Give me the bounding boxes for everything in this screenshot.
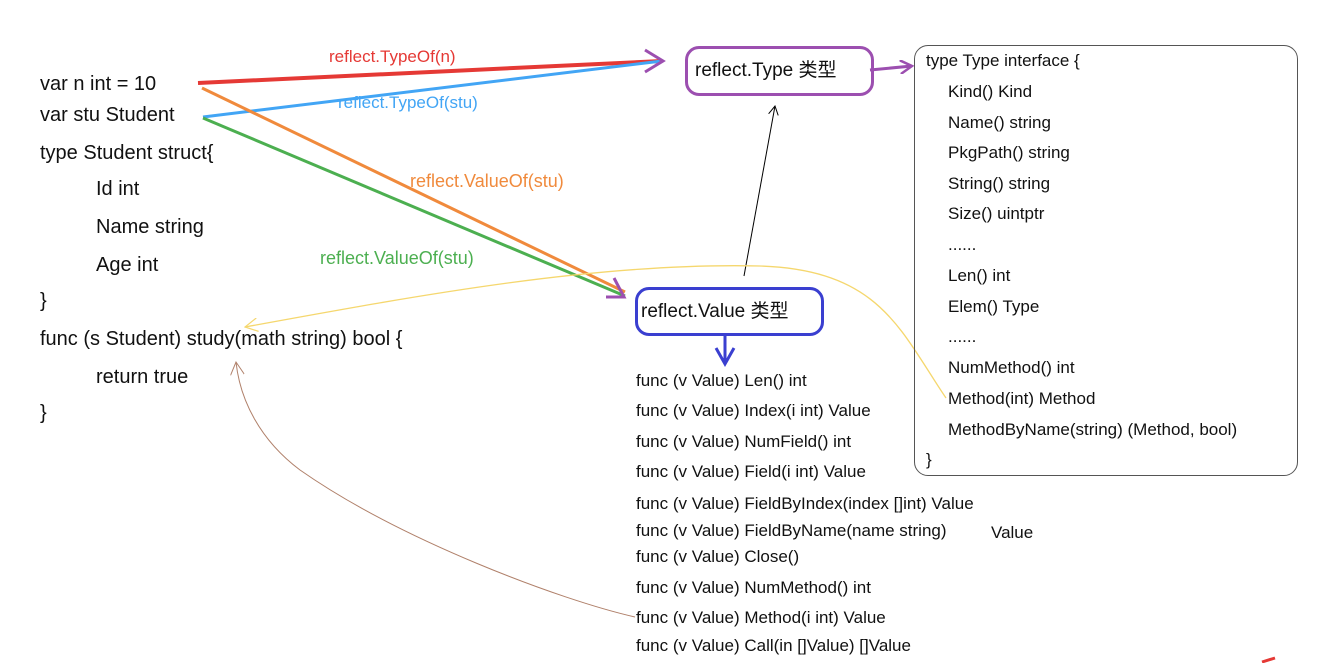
value-method: func (v Value) Call(in []Value) []Value [636,636,911,655]
typeof-n-label: reflect.TypeOf(n) [329,47,456,66]
value-method: func (v Value) FieldByName(name string) [636,521,947,540]
interface-method: ...... [948,327,977,346]
value-method: func (v Value) FieldByIndex(index []int)… [636,494,974,513]
interface-method: Len() int [948,266,1011,285]
interface-method: type Type interface { [926,51,1080,70]
code-line: Id int [96,178,140,200]
interface-method: } [926,450,932,469]
code-line: } [40,402,47,424]
value-method: func (v Value) NumField() int [636,432,852,451]
code-line: type Student struct{ [40,142,214,164]
value-to-methods-arrow [714,333,736,368]
typeof-stu-label: reflect.TypeOf(stu) [338,93,478,112]
red-mark [1261,656,1276,663]
code-line: var n int = 10 [40,73,157,95]
value-method: func (v Value) Field(i int) Value [636,462,866,481]
interface-method: Elem() Type [948,297,1040,316]
value-method: func (v Value) Method(i int) Value [636,608,886,627]
interface-method: NumMethod() int [948,358,1075,377]
type-box-to-interface-arrow [869,66,912,70]
value-method: func (v Value) Index(i int) Value [636,401,871,420]
code-line: func (s Student) study(math string) bool… [40,328,403,350]
reflect-value-label: reflect.Value 类型 [641,301,789,322]
reflect-type-label: reflect.Type 类型 [695,60,837,81]
reflect-type-box: reflect.Type 类型 [685,46,874,96]
value-to-type-arrow [743,106,775,277]
valueof-green-arrow [202,116,626,298]
valueof-stu-orange-label: reflect.ValueOf(stu) [410,171,564,191]
call-to-study-link [236,362,636,618]
fieldbyname-return-value: Value [991,523,1034,542]
value-method: func (v Value) NumMethod() int [636,578,871,597]
value-method: func (v Value) Close() [636,547,800,566]
interface-method: ...... [948,235,977,254]
interface-method: String() string [948,174,1051,193]
reflect-value-box: reflect.Value 类型 [635,287,824,336]
code-line: Name string [96,216,204,238]
code-line: return true [96,366,189,388]
valueof-stu-green-label: reflect.ValueOf(stu) [320,248,474,268]
interface-method: Name() string [948,113,1051,132]
interface-method: PkgPath() string [948,143,1070,162]
interface-method: Size() uintptr [948,204,1045,223]
interface-method: Method(int) Method [948,389,1096,408]
type-interface-box [914,45,1298,476]
interface-method: MethodByName(string) (Method, bool) [948,420,1238,439]
code-line: } [40,290,47,312]
code-line: var stu Student [40,104,175,126]
code-line: Age int [96,254,159,276]
interface-method: Kind() Kind [948,82,1033,101]
value-method: func (v Value) Len() int [636,371,807,390]
